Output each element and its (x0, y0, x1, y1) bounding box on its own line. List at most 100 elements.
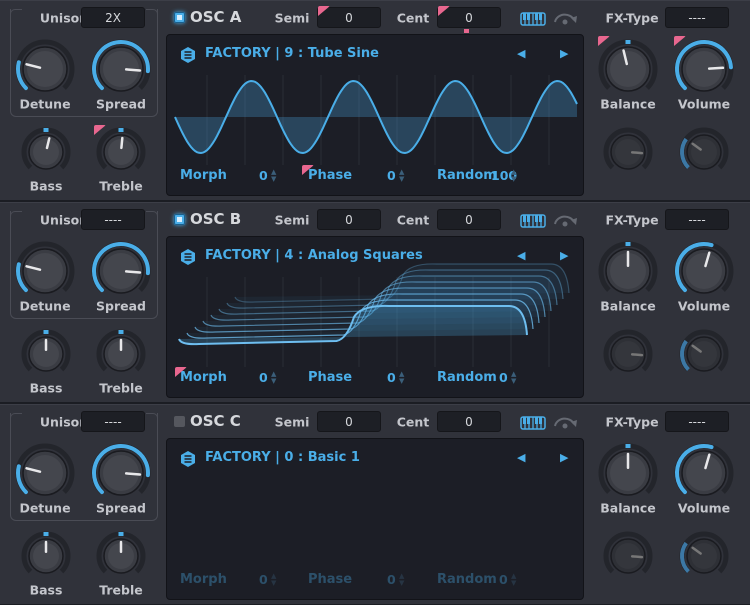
fx-amount-1-knob[interactable] (601, 327, 655, 381)
phase-value[interactable]: 0 (387, 572, 396, 587)
cent-field[interactable]: 0 (437, 7, 501, 28)
triangle-right-icon[interactable]: ▶ (560, 451, 568, 464)
triangle-left-icon[interactable]: ◀ (517, 451, 525, 464)
enable-checkbox[interactable] (174, 416, 185, 427)
stepper-arrows-icon[interactable]: ▲ ▼ (399, 573, 404, 587)
retrigger-arc-icon[interactable] (552, 10, 578, 26)
wavetable-display[interactable]: FACTORY | 9 : Tube Sine ◀ ▶ Morph 0 ▲ ▼ Phase 0 ▲… (166, 34, 584, 196)
semi-label: Semi (274, 212, 310, 228)
waveform-view (178, 263, 570, 367)
group-corner (10, 413, 22, 419)
volume-knob[interactable] (672, 441, 736, 505)
balance-knob[interactable] (596, 37, 660, 101)
keyboard-icon[interactable] (520, 214, 546, 228)
fx-amount-1-knob[interactable] (601, 125, 655, 179)
triangle-left-icon[interactable]: ◀ (517, 249, 525, 262)
cent-field[interactable]: 0 (437, 411, 501, 432)
hexagon-list-icon[interactable] (180, 47, 196, 63)
keyboard-icon[interactable] (520, 416, 546, 430)
spread-knob[interactable] (89, 441, 153, 505)
retrigger-arc-icon[interactable] (552, 414, 578, 430)
hexagon-list-icon[interactable] (180, 451, 196, 467)
enable-checkbox[interactable] (174, 12, 185, 23)
fx-type-select[interactable]: ---- (665, 7, 729, 28)
random-label: Random (437, 572, 497, 587)
morph-label: Morph (180, 572, 227, 587)
balance-knob[interactable] (596, 441, 660, 505)
bass-label: Bass (29, 380, 63, 396)
group-corner (146, 9, 158, 15)
treble-knob[interactable] (94, 327, 148, 381)
fx-amount-2-knob[interactable] (677, 327, 731, 381)
spread-knob[interactable] (89, 239, 153, 303)
stepper-arrows-icon[interactable]: ▲ ▼ (271, 169, 276, 183)
stepper-arrows-icon[interactable]: ▲ ▼ (511, 169, 516, 183)
checkbox-icon (177, 217, 182, 222)
detune-label: Detune (19, 500, 71, 516)
wavetable-display[interactable]: FACTORY | 0 : Basic 1 ◀ ▶ Morph 0 ▲ ▼ Phase 0 ▲ ▼ R… (166, 438, 584, 600)
morph-value[interactable]: 0 (259, 168, 268, 183)
treble-knob[interactable] (94, 529, 148, 583)
spread-knob[interactable] (89, 37, 153, 101)
bass-knob[interactable] (19, 327, 73, 381)
semi-field[interactable]: 0 (317, 7, 381, 28)
random-value[interactable]: 0 (499, 572, 508, 587)
unison-select[interactable]: ---- (81, 209, 145, 230)
fx-type-select[interactable]: ---- (665, 411, 729, 432)
triangle-right-icon[interactable]: ▶ (560, 249, 568, 262)
treble-label: Treble (99, 178, 143, 194)
morph-label: Morph (180, 168, 227, 183)
group-corner (146, 413, 158, 419)
cent-modulation-marker (464, 29, 469, 33)
stepper-arrows-icon[interactable]: ▲ ▼ (271, 371, 276, 385)
detune-knob[interactable] (13, 37, 77, 101)
retrigger-arc-icon[interactable] (552, 212, 578, 228)
semi-field[interactable]: 0 (317, 411, 381, 432)
stepper-arrows-icon[interactable]: ▲ ▼ (511, 573, 516, 587)
balance-label: Balance (600, 96, 656, 112)
volume-knob[interactable] (672, 37, 736, 101)
fx-type-select[interactable]: ---- (665, 209, 729, 230)
wavetable-display[interactable]: FACTORY | 4 : Analog Squares ◀ ▶ Morph 0 ▲ ▼ Ph… (166, 236, 584, 398)
osc-panel-osc-c: Unison ---- OSC C Semi 0 Cent 0 FX-Type ---- Detu… (0, 404, 750, 604)
volume-knob[interactable] (672, 239, 736, 303)
enable-checkbox[interactable] (174, 214, 185, 225)
fx-type-label: FX-Type (605, 212, 659, 228)
triangle-right-icon[interactable]: ▶ (560, 47, 568, 60)
treble-knob[interactable] (94, 125, 148, 179)
unison-select[interactable]: ---- (81, 411, 145, 432)
random-label: Random (437, 370, 497, 385)
preset-name[interactable]: FACTORY | 0 : Basic 1 (205, 450, 360, 465)
group-corner (146, 211, 158, 217)
treble-label: Treble (99, 380, 143, 396)
balance-knob[interactable] (596, 239, 660, 303)
unison-select[interactable]: 2X (81, 7, 145, 28)
phase-value[interactable]: 0 (387, 370, 396, 385)
morph-value[interactable]: 0 (259, 370, 268, 385)
spread-label: Spread (96, 96, 146, 112)
keyboard-icon[interactable] (520, 12, 546, 26)
fx-amount-2-knob[interactable] (677, 125, 731, 179)
fx-amount-1-knob[interactable] (601, 529, 655, 583)
detune-knob[interactable] (13, 239, 77, 303)
bass-knob[interactable] (19, 529, 73, 583)
balance-label: Balance (600, 500, 656, 516)
preset-name[interactable]: FACTORY | 9 : Tube Sine (205, 46, 379, 61)
morph-label: Morph (180, 370, 227, 385)
morph-value[interactable]: 0 (259, 572, 268, 587)
stepper-arrows-icon[interactable]: ▲ ▼ (271, 573, 276, 587)
bass-knob[interactable] (19, 125, 73, 179)
phase-value[interactable]: 0 (387, 168, 396, 183)
triangle-left-icon[interactable]: ◀ (517, 47, 525, 60)
preset-name[interactable]: FACTORY | 4 : Analog Squares (205, 248, 423, 263)
fx-amount-2-knob[interactable] (677, 529, 731, 583)
semi-field[interactable]: 0 (317, 209, 381, 230)
random-value[interactable]: 0 (499, 370, 508, 385)
hexagon-list-icon[interactable] (180, 249, 196, 265)
stepper-arrows-icon[interactable]: ▲ ▼ (511, 371, 516, 385)
stepper-arrows-icon[interactable]: ▲ ▼ (399, 169, 404, 183)
stepper-arrows-icon[interactable]: ▲ ▼ (399, 371, 404, 385)
waveform-view (174, 75, 578, 165)
cent-field[interactable]: 0 (437, 209, 501, 230)
detune-knob[interactable] (13, 441, 77, 505)
